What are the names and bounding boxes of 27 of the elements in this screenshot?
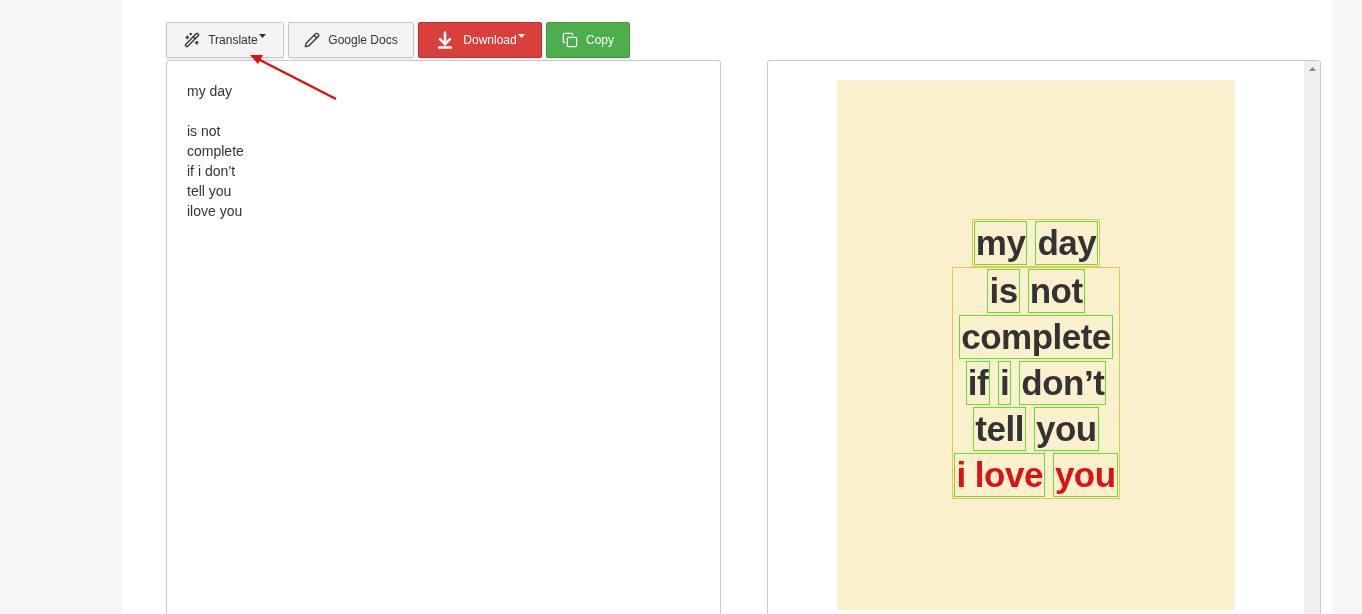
scrollbar[interactable]: [1304, 61, 1320, 614]
toolbar-button[interactable]: Google Docs: [288, 22, 414, 58]
ocr-word: complete: [959, 315, 1113, 359]
text-line: if i don’t: [187, 162, 237, 181]
ocr-word: not: [1027, 269, 1085, 313]
ocr-word: my: [973, 221, 1028, 265]
ocr-word: tell: [973, 407, 1026, 451]
ocr-word: you: [1033, 407, 1099, 451]
ocr-word: don’t: [1019, 361, 1107, 405]
text-line: my day: [187, 82, 234, 101]
danger-button[interactable]: Download: [418, 22, 542, 58]
ocr-word: if: [965, 361, 991, 405]
ocr-word: i: [998, 361, 1012, 405]
text-line: tell you: [187, 182, 233, 201]
ocr-word: day: [1035, 221, 1099, 265]
text-line: complete: [187, 142, 245, 161]
magic-wand-icon: [184, 32, 201, 48]
text-line: is not: [187, 122, 222, 141]
copy-icon: [562, 32, 578, 48]
toolbar-button[interactable]: Translate: [166, 22, 284, 58]
ocr-word: i love: [954, 453, 1045, 497]
ocr-word: is: [987, 269, 1020, 313]
text-editor[interactable]: my day is not complete if i don’t tell you ilove you: [166, 60, 721, 614]
pencil-icon: [304, 32, 321, 48]
scroll-up-icon[interactable]: [1308, 67, 1316, 71]
ocr-word: you: [1052, 453, 1118, 497]
text-line: ilove you: [187, 202, 244, 221]
